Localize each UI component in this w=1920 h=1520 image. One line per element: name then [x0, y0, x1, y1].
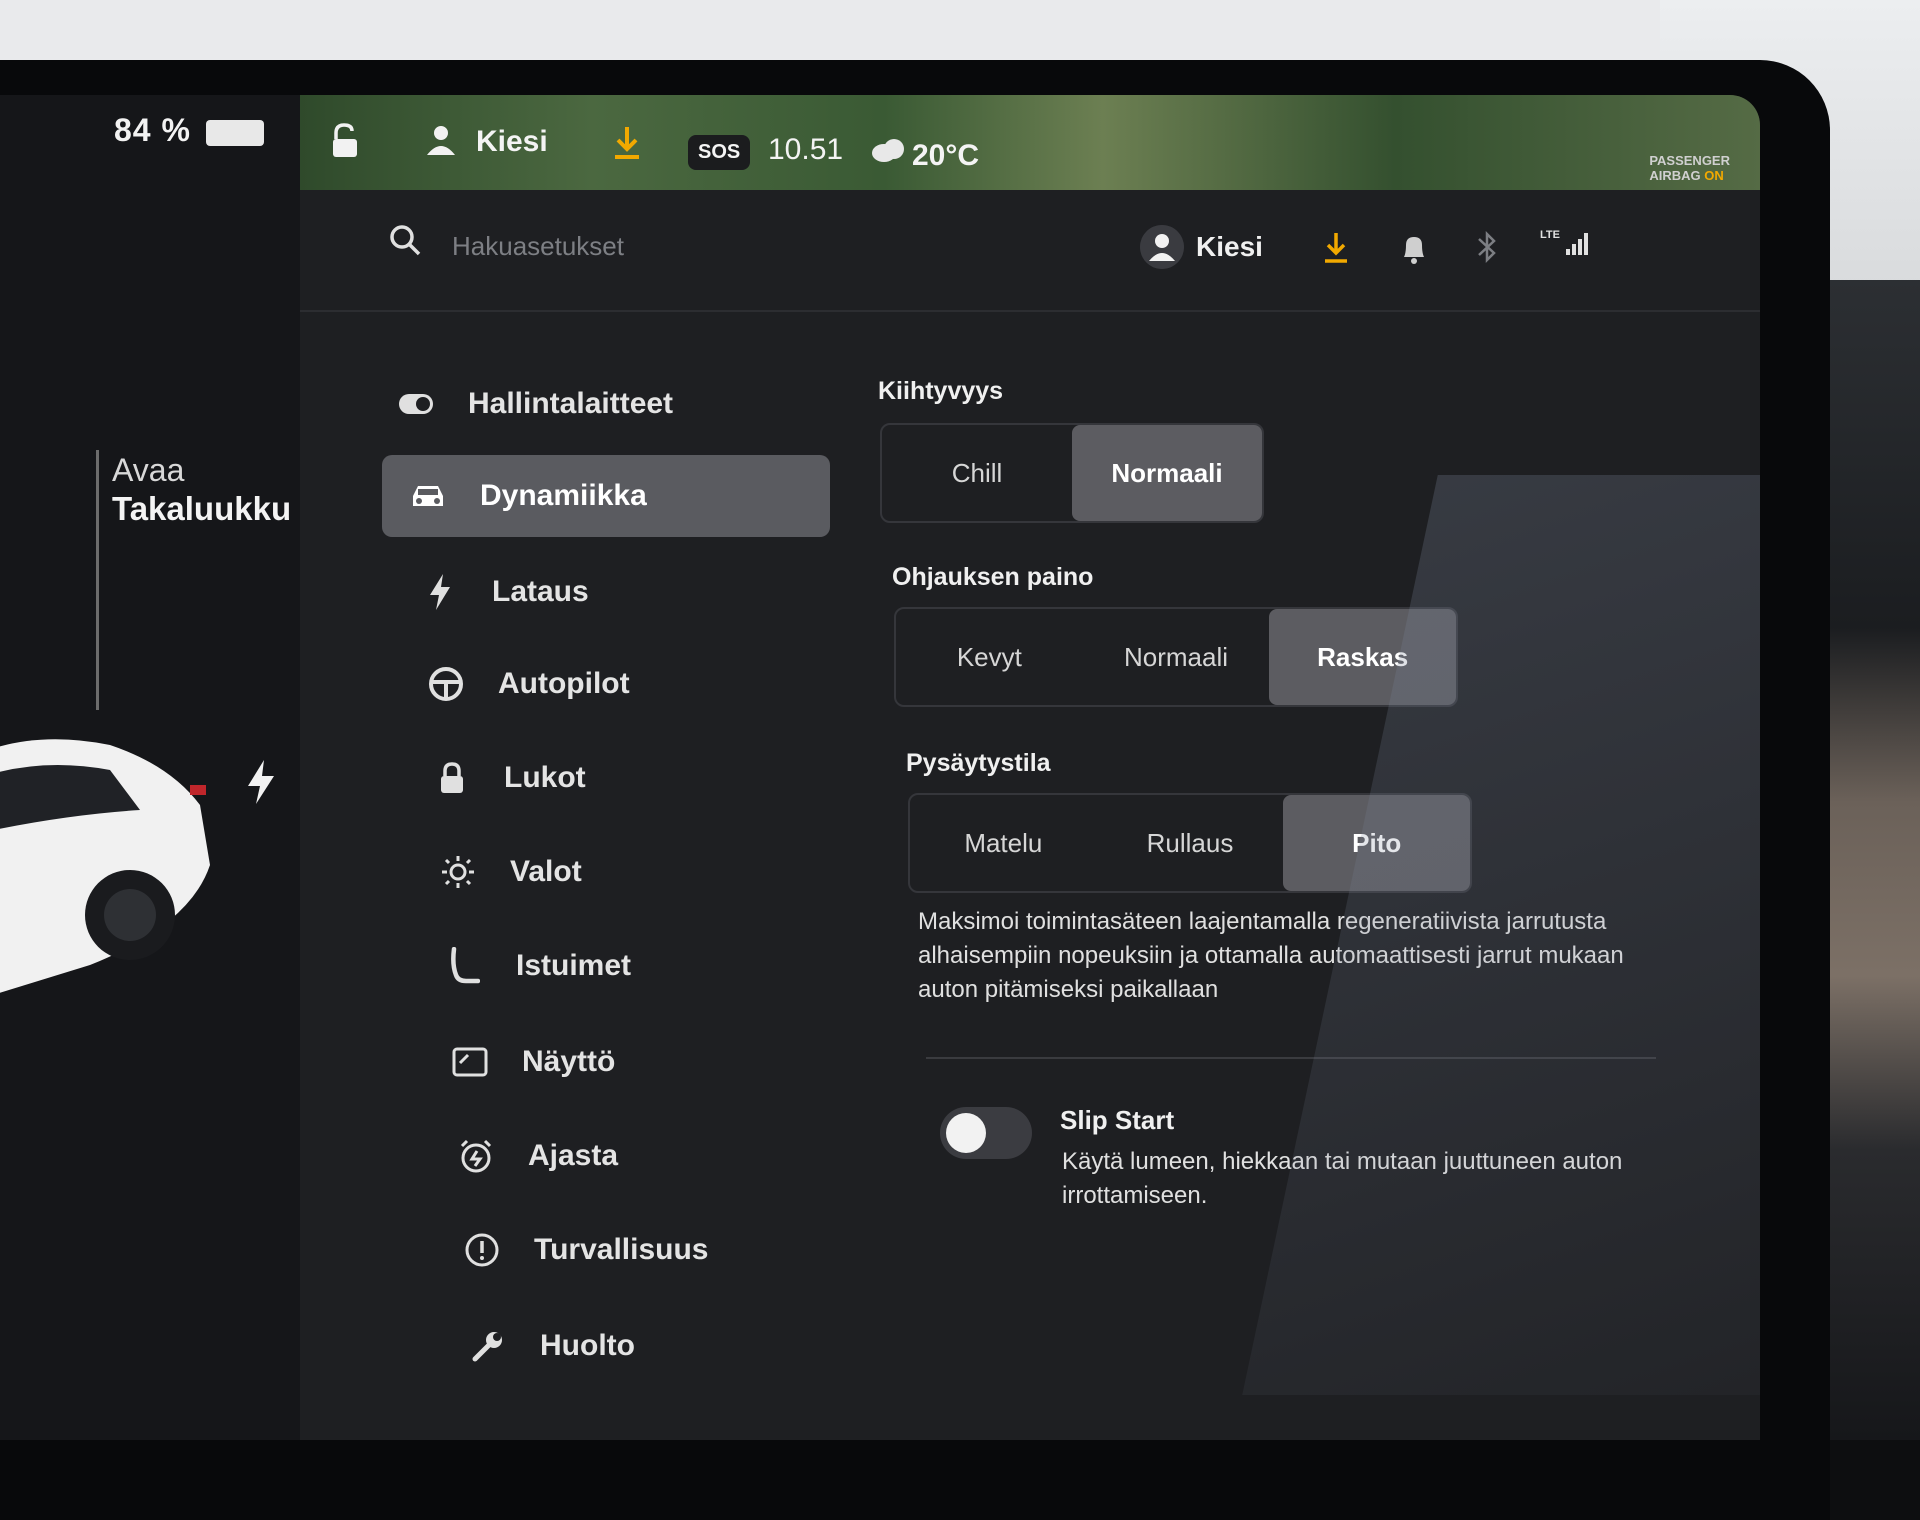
stopping-option-hold[interactable]: Pito [1283, 795, 1471, 891]
airbag-state: ON [1704, 168, 1724, 183]
header-profile-name[interactable]: Kiesi [1196, 231, 1263, 263]
section-divider [926, 1057, 1656, 1059]
nav-item-seats[interactable]: Istuimet [418, 925, 842, 1007]
nav-item-label: Valot [510, 855, 582, 888]
unlock-icon[interactable] [330, 123, 360, 159]
nav-item-safety[interactable]: Turvallisuus [436, 1209, 860, 1291]
acceleration-label: Kiihtyvyys [878, 377, 1004, 405]
car-icon [406, 474, 450, 518]
nav-item-label: Lukot [504, 761, 586, 794]
bell-icon[interactable] [1400, 233, 1428, 265]
nav-item-display[interactable]: Näyttö [424, 1021, 848, 1103]
temperature: 20°C [912, 139, 980, 172]
steering-wheel-icon [424, 662, 468, 706]
steering-label: Ohjauksen paino [892, 563, 1094, 591]
bluetooth-icon[interactable] [1476, 229, 1498, 265]
profile-avatar[interactable] [1140, 225, 1184, 269]
car-model-icon[interactable] [0, 715, 220, 1015]
sun-icon [436, 850, 480, 894]
acceleration-segmented-control: Chill Normaali [880, 423, 1264, 523]
nav-item-service[interactable]: Huolto [442, 1305, 866, 1387]
nav-item-label: Huolto [540, 1329, 635, 1362]
status-bar: Kiesi SOS 10.51 20°C PASSENGER AIRBAG ON [300, 95, 1760, 190]
nav-item-charging[interactable]: Lataus [394, 551, 818, 633]
nav-item-label: Dynamiikka [480, 479, 647, 512]
slip-start-label: Slip Start [1060, 1105, 1175, 1135]
nav-item-label: Näyttö [522, 1045, 616, 1078]
display-icon [448, 1040, 492, 1084]
airbag-label-2: AIRBAG [1649, 168, 1701, 183]
acceleration-option-normal[interactable]: Normaali [1072, 425, 1262, 521]
trunk-label[interactable]: Takaluukku [112, 490, 291, 528]
clock: 10.51 [768, 133, 844, 166]
stopping-mode-description: Maksimoi toimintasäteen laajentamalla re… [918, 908, 1624, 1003]
acceleration-option-chill[interactable]: Chill [882, 425, 1072, 521]
nav-item-label: Hallintalaitteet [468, 387, 674, 420]
nav-item-label: Turvallisuus [534, 1233, 709, 1266]
nav-item-label: Ajasta [528, 1139, 619, 1172]
search-icon[interactable] [388, 223, 422, 257]
nav-item-label: Lataus [492, 575, 589, 608]
cloud-icon [872, 139, 904, 162]
slip-start-description: Käytä lumeen, hiekkaan tai mutaan juuttu… [1062, 1148, 1623, 1209]
seat-icon [442, 944, 486, 988]
stopping-mode-label: Pysäytystila [906, 749, 1051, 777]
download-icon[interactable] [612, 125, 642, 161]
battery-percentage: 84 % [114, 112, 191, 148]
wrench-icon [466, 1324, 510, 1368]
steering-segmented-control: Kevyt Normaali Raskas [894, 607, 1458, 707]
lte-signal-indicator: LTE [1540, 229, 1592, 262]
trunk-indicator-line [96, 450, 99, 710]
info-circle-icon [460, 1228, 504, 1272]
stopping-mode-segmented-control: Matelu Rullaus Pito [908, 793, 1472, 893]
lte-label: LTE [1540, 229, 1560, 241]
user-icon[interactable] [424, 123, 458, 157]
nav-item-dynamics[interactable]: Dynamiikka [382, 455, 830, 537]
software-update-icon[interactable] [1322, 231, 1350, 265]
nav-item-lights[interactable]: Valot [412, 831, 836, 913]
charge-port-bolt-icon[interactable] [246, 760, 276, 804]
nav-item-controls[interactable]: Hallintalaitteet [370, 363, 794, 445]
bolt-icon [418, 570, 462, 614]
slip-start-toggle[interactable] [940, 1107, 1032, 1159]
battery-icon [206, 120, 264, 146]
passenger-airbag-indicator: PASSENGER AIRBAG ON [1649, 153, 1730, 183]
open-trunk-label[interactable]: Avaa [112, 452, 184, 489]
signal-bars-icon [1566, 233, 1589, 255]
airbag-label-1: PASSENGER [1649, 153, 1730, 168]
stopping-option-roll[interactable]: Rullaus [1097, 795, 1284, 891]
search-input[interactable] [450, 223, 994, 269]
toggle-knob [946, 1113, 986, 1153]
nav-item-label: Istuimet [516, 949, 632, 982]
toggle-icon [394, 382, 438, 426]
steering-option-normal[interactable]: Normaali [1083, 609, 1270, 705]
settings-screen: Kiesi SOS 10.51 20°C PASSENGER AIRBAG ON… [300, 95, 1760, 1440]
nav-item-locks[interactable]: Lukot [406, 737, 830, 819]
steering-option-heavy[interactable]: Raskas [1269, 609, 1457, 705]
lock-icon [430, 756, 474, 800]
alarm-clock-icon [454, 1134, 498, 1178]
status-profile-name[interactable]: Kiesi [476, 125, 548, 159]
steering-option-light[interactable]: Kevyt [896, 609, 1083, 705]
nav-item-schedule[interactable]: Ajasta [430, 1115, 854, 1197]
nav-item-autopilot[interactable]: Autopilot [400, 643, 824, 725]
stopping-option-creep[interactable]: Matelu [910, 795, 1097, 891]
nav-item-label: Autopilot [498, 667, 630, 700]
sos-button[interactable]: SOS [688, 135, 751, 170]
